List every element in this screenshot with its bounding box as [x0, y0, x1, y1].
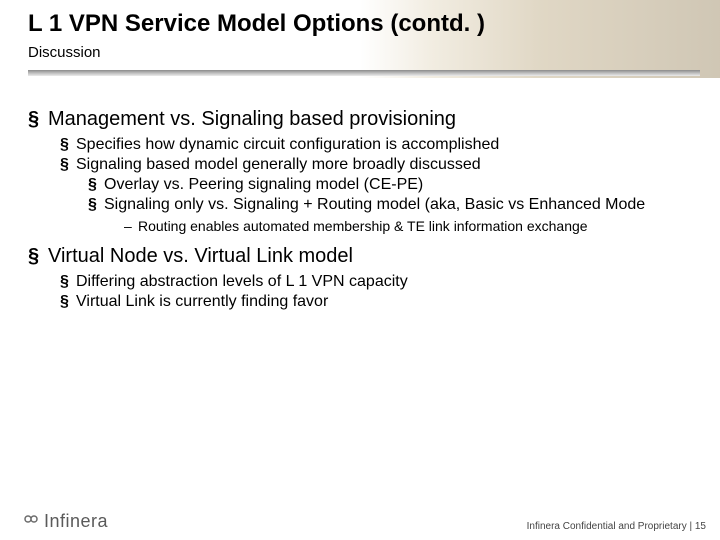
- infinity-icon: [20, 512, 42, 531]
- bullet-level2: § Signaling based model generally more b…: [60, 155, 696, 175]
- bullet-text: Signaling only vs. Signaling + Routing m…: [104, 195, 645, 215]
- bullet-text: Specifies how dynamic circuit configurat…: [76, 135, 499, 155]
- bullet-level2: § Virtual Link is currently finding favo…: [60, 292, 696, 312]
- bullet-dash-icon: –: [124, 217, 138, 235]
- bullet-level4: – Routing enables automated membership &…: [124, 217, 696, 235]
- slide-subtitle: Discussion: [28, 44, 101, 61]
- bullet-text: Virtual Node vs. Virtual Link model: [48, 245, 353, 268]
- bullet-level1: § Virtual Node vs. Virtual Link model: [28, 245, 696, 268]
- bullet-square-icon: §: [28, 245, 48, 268]
- footer-sep: |: [687, 521, 695, 532]
- bullet-level2: § Specifies how dynamic circuit configur…: [60, 135, 696, 155]
- bullet-square-icon: §: [60, 292, 76, 312]
- brand-name: Infinera: [44, 511, 108, 532]
- confidential-label: Infinera Confidential and Proprietary: [527, 521, 687, 532]
- slide-body: § Management vs. Signaling based provisi…: [28, 108, 696, 312]
- footer-text: Infinera Confidential and Proprietary | …: [527, 521, 706, 532]
- bullet-square-icon: §: [88, 195, 104, 215]
- bullet-square-icon: §: [60, 155, 76, 175]
- brand-logo: Infinera: [20, 511, 108, 532]
- bullet-square-icon: §: [60, 272, 76, 292]
- bullet-text: Management vs. Signaling based provision…: [48, 108, 456, 131]
- bullet-square-icon: §: [28, 108, 48, 131]
- bullet-level1: § Management vs. Signaling based provisi…: [28, 108, 696, 131]
- bullet-level2: § Differing abstraction levels of L 1 VP…: [60, 272, 696, 292]
- bullet-square-icon: §: [60, 135, 76, 155]
- header-divider: [28, 70, 700, 76]
- bullet-text: Signaling based model generally more bro…: [76, 155, 481, 175]
- bullet-text: Differing abstraction levels of L 1 VPN …: [76, 272, 408, 292]
- spacer: [28, 235, 696, 245]
- slide: L 1 VPN Service Model Options (contd. ) …: [0, 0, 720, 540]
- page-number: 15: [695, 521, 706, 532]
- bullet-text: Overlay vs. Peering signaling model (CE-…: [104, 175, 423, 195]
- slide-footer: Infinera Infinera Confidential and Propr…: [20, 511, 706, 532]
- slide-title: L 1 VPN Service Model Options (contd. ): [28, 10, 485, 38]
- bullet-text: Routing enables automated membership & T…: [138, 217, 588, 235]
- bullet-level3: § Signaling only vs. Signaling + Routing…: [88, 195, 696, 215]
- bullet-text: Virtual Link is currently finding favor: [76, 292, 328, 312]
- bullet-square-icon: §: [88, 175, 104, 195]
- bullet-level3: § Overlay vs. Peering signaling model (C…: [88, 175, 696, 195]
